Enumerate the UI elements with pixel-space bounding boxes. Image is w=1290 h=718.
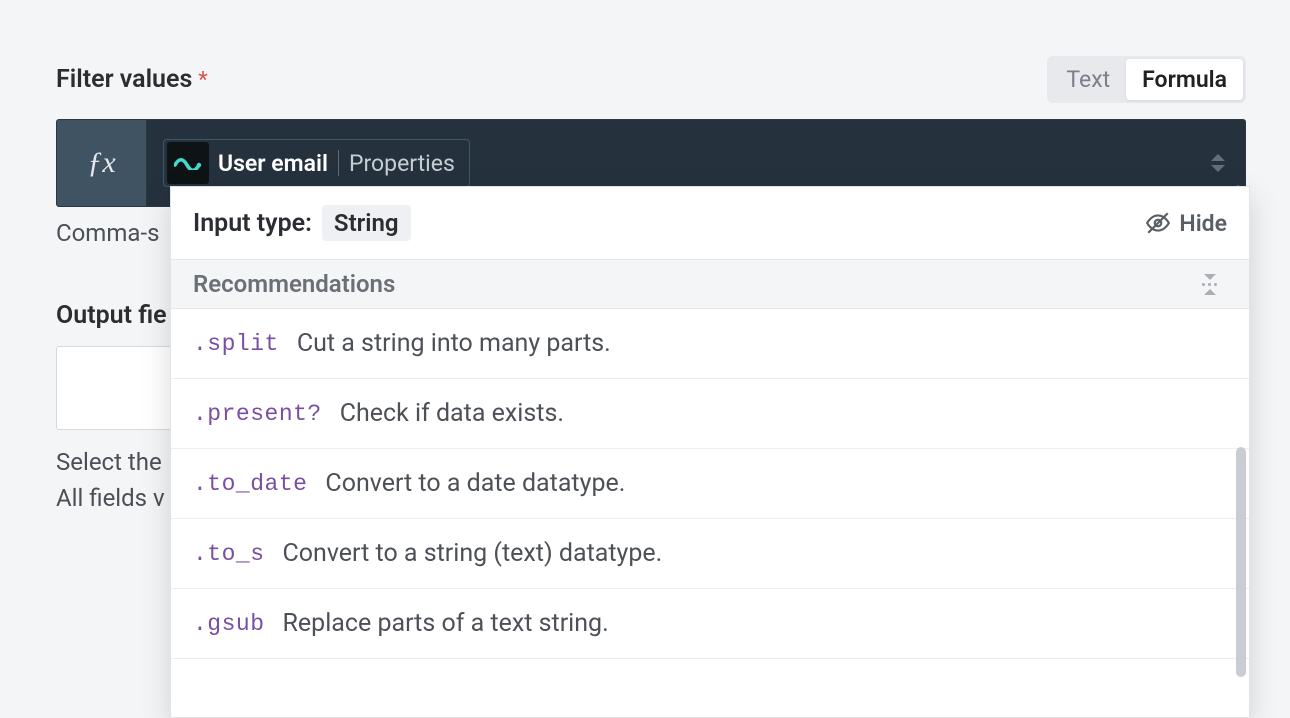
method-desc: Cut a string into many parts. (297, 329, 611, 358)
hide-panel-button[interactable]: Hide (1145, 210, 1227, 237)
filter-values-header: Filter values * Text Formula (56, 56, 1246, 103)
collapse-icon[interactable] (1202, 274, 1227, 295)
recommendations-list: .split Cut a string into many parts. .pr… (171, 309, 1249, 717)
formula-helper-panel: Input type: String Hide Recommendations (170, 186, 1250, 718)
method-name: .split (193, 331, 279, 357)
eye-off-icon (1145, 210, 1171, 236)
pill-field-name: User email (212, 150, 338, 177)
mode-toggle: Text Formula (1047, 56, 1246, 103)
pill-source-label: Properties (339, 150, 469, 177)
method-desc: Convert to a date datatype. (325, 469, 625, 498)
hide-label: Hide (1179, 210, 1227, 237)
recommendations-header: Recommendations (171, 259, 1249, 309)
input-type-badge: String (322, 205, 411, 241)
list-item[interactable]: .split Cut a string into many parts. (171, 309, 1249, 379)
list-item[interactable]: .to_s Convert to a string (text) datatyp… (171, 519, 1249, 589)
mode-toggle-text[interactable]: Text (1050, 59, 1126, 100)
fx-icon: ƒx (57, 120, 147, 206)
list-item[interactable]: .present? Check if data exists. (171, 379, 1249, 449)
mode-toggle-formula[interactable]: Formula (1126, 59, 1243, 100)
method-desc: Replace parts of a text string. (283, 609, 609, 638)
reorder-icon[interactable] (1211, 154, 1225, 172)
formula-helper-header: Input type: String Hide (171, 187, 1249, 259)
data-pill-user-email[interactable]: User email Properties (163, 139, 470, 187)
required-indicator: * (198, 68, 207, 93)
method-name: .present? (193, 401, 322, 427)
input-type-label: Input type: (193, 209, 312, 238)
list-item[interactable]: .to_date Convert to a date datatype. (171, 449, 1249, 519)
list-item[interactable]: .gsub Replace parts of a text string. (171, 589, 1249, 659)
recommendations-title: Recommendations (193, 270, 395, 298)
filter-values-label: Filter values * (56, 65, 208, 94)
method-desc: Convert to a string (text) datatype. (283, 539, 663, 568)
method-desc: Check if data exists. (340, 399, 564, 428)
squiggle-icon (167, 142, 209, 184)
method-name: .gsub (193, 611, 265, 637)
scrollbar[interactable] (1236, 447, 1246, 677)
filter-values-title: Filter values (56, 65, 192, 94)
method-name: .to_date (193, 471, 307, 497)
method-name: .to_s (193, 541, 265, 567)
